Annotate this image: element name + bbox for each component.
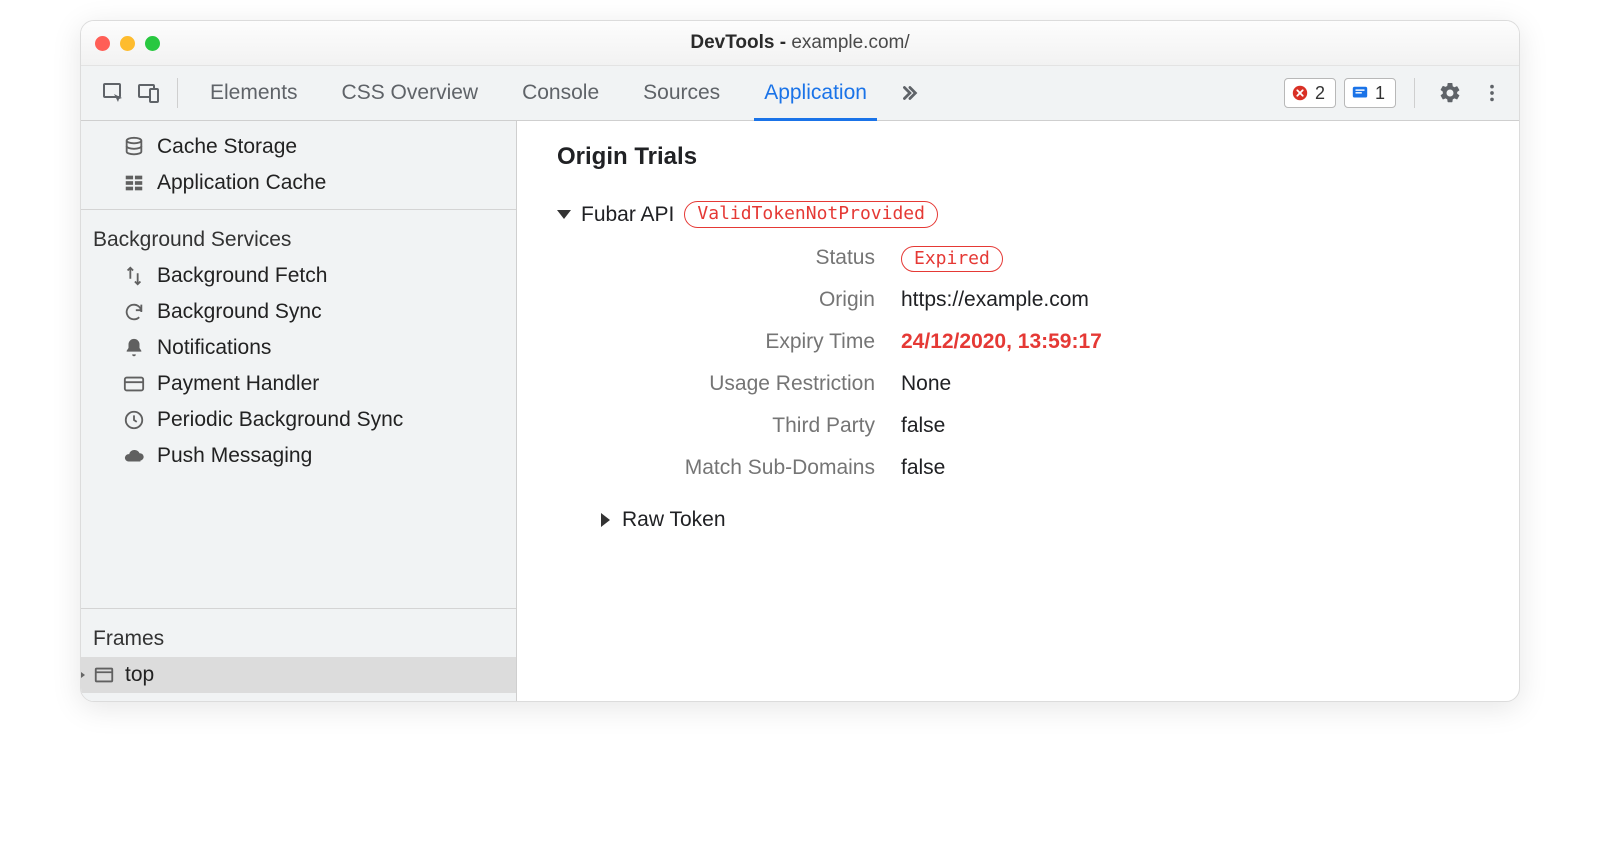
origin-trial-status-pill: ValidTokenNotProvided (684, 201, 938, 228)
main-panel: Origin Trials Fubar API ValidTokenNotPro… (517, 121, 1519, 701)
sidebar-item-background-sync[interactable]: Background Sync (81, 294, 516, 330)
raw-token-label: Raw Token (622, 508, 726, 532)
tab-application-label: Application (764, 81, 867, 105)
sidebar-item-push-messaging[interactable]: Push Messaging (81, 438, 516, 474)
prop-label-subdomains: Match Sub-Domains (601, 456, 875, 480)
issues-count: 1 (1375, 83, 1385, 104)
tab-css-overview[interactable]: CSS Overview (320, 66, 501, 120)
error-icon (1291, 84, 1309, 102)
gear-icon (1438, 81, 1462, 105)
origin-trial-row[interactable]: Fubar API ValidTokenNotProvided (557, 201, 1479, 228)
tab-elements-label: Elements (210, 81, 298, 105)
sidebar-item-label: Background Sync (157, 300, 322, 324)
clock-icon (123, 409, 145, 431)
window-titlebar: DevTools - example.com/ (81, 21, 1519, 66)
close-window-button[interactable] (95, 36, 110, 51)
devtools-toolbar: Elements CSS Overview Console Sources Ap… (81, 66, 1519, 121)
kebab-menu-button[interactable] (1475, 76, 1509, 110)
sidebar-item-periodic-background-sync[interactable]: Periodic Background Sync (81, 402, 516, 438)
tab-console-label: Console (522, 81, 599, 105)
issue-icon (1351, 84, 1369, 102)
disclosure-triangle-icon[interactable] (557, 210, 571, 219)
window-icon (93, 664, 115, 686)
tab-sources[interactable]: Sources (621, 66, 742, 120)
settings-button[interactable] (1433, 76, 1467, 110)
disclosure-triangle-icon[interactable] (601, 513, 610, 527)
toolbar-divider-2 (1414, 78, 1415, 108)
prop-label-third-party: Third Party (601, 414, 875, 438)
tab-css-overview-label: CSS Overview (342, 81, 479, 105)
origin-trial-name: Fubar API (581, 203, 674, 227)
sidebar-group-frames: Frames top (81, 608, 516, 701)
maximize-window-button[interactable] (145, 36, 160, 51)
prop-value-usage: None (901, 372, 1479, 396)
bell-icon (123, 337, 145, 359)
sidebar-item-application-cache[interactable]: Application Cache (81, 165, 516, 201)
minimize-window-button[interactable] (120, 36, 135, 51)
panel-heading: Origin Trials (557, 143, 1479, 171)
window-title-prefix: DevTools - (690, 32, 791, 53)
toolbar-right: 2 1 (1284, 76, 1509, 110)
sidebar-item-frame-top[interactable]: top (81, 657, 516, 693)
window-title: DevTools - example.com/ (81, 32, 1519, 54)
sidebar-item-notifications[interactable]: Notifications (81, 330, 516, 366)
sidebar-item-label: Periodic Background Sync (157, 408, 403, 432)
issues-badge[interactable]: 1 (1344, 78, 1396, 108)
sync-icon (123, 301, 145, 323)
credit-card-icon (123, 373, 145, 395)
sidebar-item-label: Payment Handler (157, 372, 319, 396)
transfer-icon (123, 265, 145, 287)
sidebar-group-title: Frames (81, 617, 516, 657)
prop-value-third-party: false (901, 414, 1479, 438)
sidebar-item-label: Background Fetch (157, 264, 327, 288)
tab-elements[interactable]: Elements (188, 66, 320, 120)
errors-badge[interactable]: 2 (1284, 78, 1336, 108)
sidebar-item-payment-handler[interactable]: Payment Handler (81, 366, 516, 402)
origin-trial-properties: Status Expired Origin https://example.co… (601, 246, 1479, 480)
prop-label-origin: Origin (601, 288, 875, 312)
sidebar-item-label: top (125, 663, 154, 687)
traffic-lights (95, 36, 160, 51)
sidebar-item-cache-storage[interactable]: Cache Storage (81, 129, 516, 165)
sidebar-item-label: Push Messaging (157, 444, 312, 468)
device-toolbar-icon[interactable] (131, 75, 167, 111)
tab-application[interactable]: Application (742, 66, 889, 120)
content-area: Cache Storage Application Cache Backgrou… (81, 121, 1519, 701)
grid-icon (123, 172, 145, 194)
prop-value-subdomains: false (901, 456, 1479, 480)
devtools-window: DevTools - example.com/ Elements CSS Ove… (80, 20, 1520, 702)
panel-tabs: Elements CSS Overview Console Sources Ap… (188, 66, 889, 120)
toolbar-divider (177, 78, 178, 108)
prop-value-origin: https://example.com (901, 288, 1479, 312)
prop-label-expiry: Expiry Time (601, 330, 875, 354)
prop-value-status: Expired (901, 246, 1479, 270)
more-tabs-button[interactable] (889, 82, 929, 104)
sidebar-item-label: Cache Storage (157, 135, 297, 159)
errors-count: 2 (1315, 83, 1325, 104)
window-title-url: example.com/ (791, 32, 909, 53)
prop-value-expiry: 24/12/2020, 13:59:17 (901, 330, 1479, 354)
expand-arrow-icon[interactable] (81, 669, 85, 681)
raw-token-row[interactable]: Raw Token (601, 508, 1479, 532)
status-expired-pill: Expired (901, 246, 1003, 272)
sidebar-item-background-fetch[interactable]: Background Fetch (81, 258, 516, 294)
tab-console[interactable]: Console (500, 66, 621, 120)
cloud-icon (123, 445, 145, 467)
tab-sources-label: Sources (643, 81, 720, 105)
prop-label-usage: Usage Restriction (601, 372, 875, 396)
kebab-icon (1481, 82, 1503, 104)
sidebar-group-background: Background Services Background Fetch Bac… (81, 209, 516, 482)
sidebar-group-title: Background Services (81, 218, 516, 258)
sidebar-group-cache: Cache Storage Application Cache (81, 121, 516, 209)
prop-label-status: Status (601, 246, 875, 270)
inspect-element-icon[interactable] (95, 75, 131, 111)
application-sidebar: Cache Storage Application Cache Backgrou… (81, 121, 517, 701)
database-icon (123, 136, 145, 158)
sidebar-item-label: Application Cache (157, 171, 326, 195)
sidebar-item-label: Notifications (157, 336, 271, 360)
